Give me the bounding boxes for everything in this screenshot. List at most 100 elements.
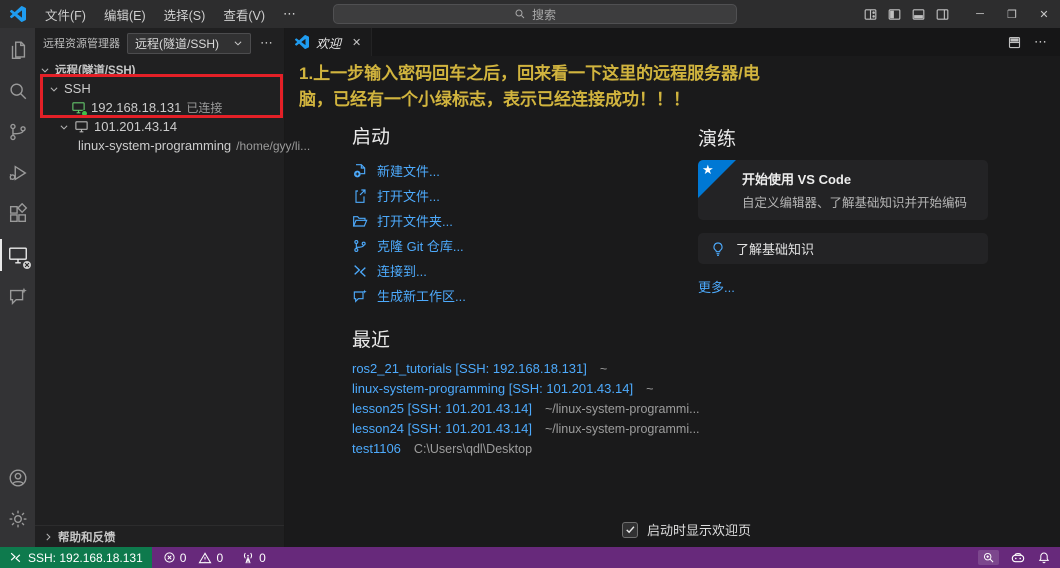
remote-indicator[interactable]: SSH: 192.168.18.131 <box>0 547 152 568</box>
activity-bar-bottom <box>0 465 35 547</box>
accounts-button[interactable] <box>0 465 35 491</box>
recent-item[interactable]: test1106 C:\Users\qdl\Desktop <box>352 441 698 461</box>
show-welcome-checkbox-row[interactable]: 启动时显示欢迎页 <box>622 520 751 539</box>
toggle-primary-sidebar-icon[interactable] <box>887 7 902 22</box>
host-name: 192.168.18.131 <box>91 100 182 115</box>
restore-button[interactable]: ❐ <box>996 0 1028 28</box>
recent-item[interactable]: ros2_21_tutorials [SSH: 192.168.18.131] … <box>352 361 698 381</box>
activity-chat[interactable] <box>0 283 35 309</box>
errors-item[interactable]: 0 <box>163 551 186 565</box>
welcome-page: 1.上一步输入密码回车之后，回来看一下这里的远程服务器/电 脑，已经有一个小绿标… <box>285 56 1060 547</box>
extensions-icon <box>9 203 27 223</box>
monitor-icon <box>74 119 89 134</box>
start-new-file[interactable]: 新建文件... <box>352 158 698 183</box>
recent-path: ~/linux-system-programmi... <box>544 402 700 416</box>
split-editor-icon[interactable] <box>1007 35 1022 50</box>
recent-link[interactable]: ros2_21_tutorials [SSH: 192.168.18.131] <box>352 361 587 376</box>
start-item-label: 打开文件夹... <box>377 214 453 229</box>
recent-path: ~ <box>599 362 608 376</box>
tree-section-remote[interactable]: 远程(隧道/SSH) <box>35 60 284 79</box>
start-connect-to[interactable]: 连接到... <box>352 258 698 283</box>
editor-more-actions-icon[interactable]: ⋯ <box>1034 34 1048 50</box>
menu-more-icon[interactable]: ⋯ <box>274 6 306 22</box>
vscode-tab-icon <box>295 35 309 49</box>
bell-icon[interactable] <box>1037 551 1051 565</box>
start-open-folder[interactable]: 打开文件夹... <box>352 208 698 233</box>
sidebar-more-actions-icon[interactable]: ⋯ <box>258 35 276 51</box>
start-open-file[interactable]: 打开文件... <box>352 183 698 208</box>
copilot-status-icon[interactable] <box>1010 550 1026 566</box>
tree-item-host2[interactable]: 101.201.43.14 <box>35 117 284 136</box>
tab-welcome[interactable]: 欢迎 ✕ <box>285 28 373 56</box>
ports-item[interactable]: 0 <box>241 551 266 565</box>
activity-source-control[interactable] <box>0 119 35 145</box>
recent-path: C:\Users\qdl\Desktop <box>413 442 533 456</box>
search-placeholder: 搜索 <box>531 7 556 22</box>
activity-search[interactable] <box>0 78 35 104</box>
remote-tree: 远程(隧道/SSH) SSH 192.168.18.131 已连接 101.20… <box>35 58 310 155</box>
tree-item-folder[interactable]: linux-system-programming /home/gyy/li... <box>35 136 310 155</box>
minimize-button[interactable]: ─ <box>964 0 996 28</box>
zoom-indicator[interactable] <box>978 550 999 565</box>
remote-type-dropdown[interactable]: 远程(隧道/SSH) <box>127 32 251 54</box>
recent-link[interactable]: lesson24 [SSH: 101.201.43.14] <box>352 421 532 436</box>
start-new-workspace[interactable]: 生成新工作区... <box>352 283 698 308</box>
titlebar-right: ─ ❐ ✕ <box>863 0 1060 28</box>
toggle-secondary-sidebar-icon[interactable] <box>935 7 950 22</box>
start-clone-git[interactable]: 克隆 Git 仓库... <box>352 233 698 258</box>
menu-selection[interactable]: 选择(S) <box>155 0 215 28</box>
warnings-count: 0 <box>216 550 224 565</box>
menu-file[interactable]: 文件(F) <box>36 0 95 28</box>
walkthroughs-column: 演练 ★ 开始使用 VS Code 自定义编辑器、了解基础知识并开始编码 了解基… <box>698 122 988 461</box>
walkthrough-fundamentals-card[interactable]: 了解基础知识 <box>698 233 988 264</box>
help-feedback-label: 帮助和反馈 <box>58 531 116 544</box>
start-heading: 启动 <box>352 127 391 148</box>
start-item-label: 新建文件... <box>377 164 440 179</box>
command-center-search[interactable]: 搜索 <box>333 4 737 24</box>
activity-bar <box>0 28 35 547</box>
dropdown-value: 远程(隧道/SSH) <box>135 36 220 51</box>
tab-close-icon[interactable]: ✕ <box>352 36 361 49</box>
welcome-columns: 启动 新建文件... 打开文件... 打开文件夹... 克隆 Git 仓库...… <box>352 122 988 461</box>
customize-layout-icon[interactable] <box>863 7 878 22</box>
statusbar-right <box>978 547 1060 568</box>
recent-link[interactable]: lesson25 [SSH: 101.201.43.14] <box>352 401 532 416</box>
chevron-down-icon <box>40 65 50 75</box>
recent-item[interactable]: lesson24 [SSH: 101.201.43.14] ~/linux-sy… <box>352 421 700 441</box>
debug-icon <box>9 165 27 181</box>
start-item-label: 打开文件... <box>377 189 440 204</box>
status-bar: SSH: 192.168.18.131 0 0 0 <box>0 547 1060 568</box>
tree-ssh-label: SSH <box>64 81 91 96</box>
activity-explorer[interactable] <box>0 37 35 63</box>
help-feedback-section[interactable]: 帮助和反馈 <box>35 525 284 547</box>
settings-button[interactable] <box>0 506 35 532</box>
activity-run-debug[interactable] <box>0 160 35 186</box>
connected-green-dot <box>81 110 88 117</box>
title-bar: 文件(F) 编辑(E) 选择(S) 查看(V) ⋯ ← → 搜索 ─ ❐ ✕ <box>0 0 1060 28</box>
activity-remote-explorer[interactable] <box>0 239 35 271</box>
welcome-left-column: 启动 新建文件... 打开文件... 打开文件夹... 克隆 Git 仓库...… <box>352 122 700 461</box>
recent-link[interactable]: linux-system-programming [SSH: 101.201.4… <box>352 381 633 396</box>
warnings-item[interactable]: 0 <box>198 551 223 565</box>
walkthrough-get-started-card[interactable]: ★ 开始使用 VS Code 自定义编辑器、了解基础知识并开始编码 <box>698 160 988 220</box>
recent-link[interactable]: test1106 <box>352 441 401 456</box>
zoom-in-icon <box>983 552 994 563</box>
git-clone-icon <box>354 239 366 252</box>
recent-item[interactable]: linux-system-programming [SSH: 101.201.4… <box>352 381 698 401</box>
checkbox-checked-icon[interactable] <box>622 521 638 538</box>
editor-actions: ⋯ <box>1007 34 1060 50</box>
folder-name: linux-system-programming <box>78 138 232 153</box>
menu-edit[interactable]: 编辑(E) <box>95 0 155 28</box>
toggle-panel-icon[interactable] <box>911 7 926 22</box>
host-name: 101.201.43.14 <box>94 119 178 134</box>
recent-item[interactable]: lesson25 [SSH: 101.201.43.14] ~/linux-sy… <box>352 401 700 421</box>
tree-item-host-connected[interactable]: 192.168.18.131 已连接 <box>35 98 284 117</box>
walkthroughs-more-link[interactable]: 更多... <box>698 277 735 296</box>
remote-icon <box>10 552 21 563</box>
gear-icon <box>9 510 26 528</box>
close-button[interactable]: ✕ <box>1028 0 1060 28</box>
menu-view[interactable]: 查看(V) <box>214 0 274 28</box>
activity-extensions[interactable] <box>0 201 35 227</box>
tree-item-ssh[interactable]: SSH <box>35 79 284 98</box>
problems-indicator[interactable]: 0 0 0 <box>152 547 266 568</box>
